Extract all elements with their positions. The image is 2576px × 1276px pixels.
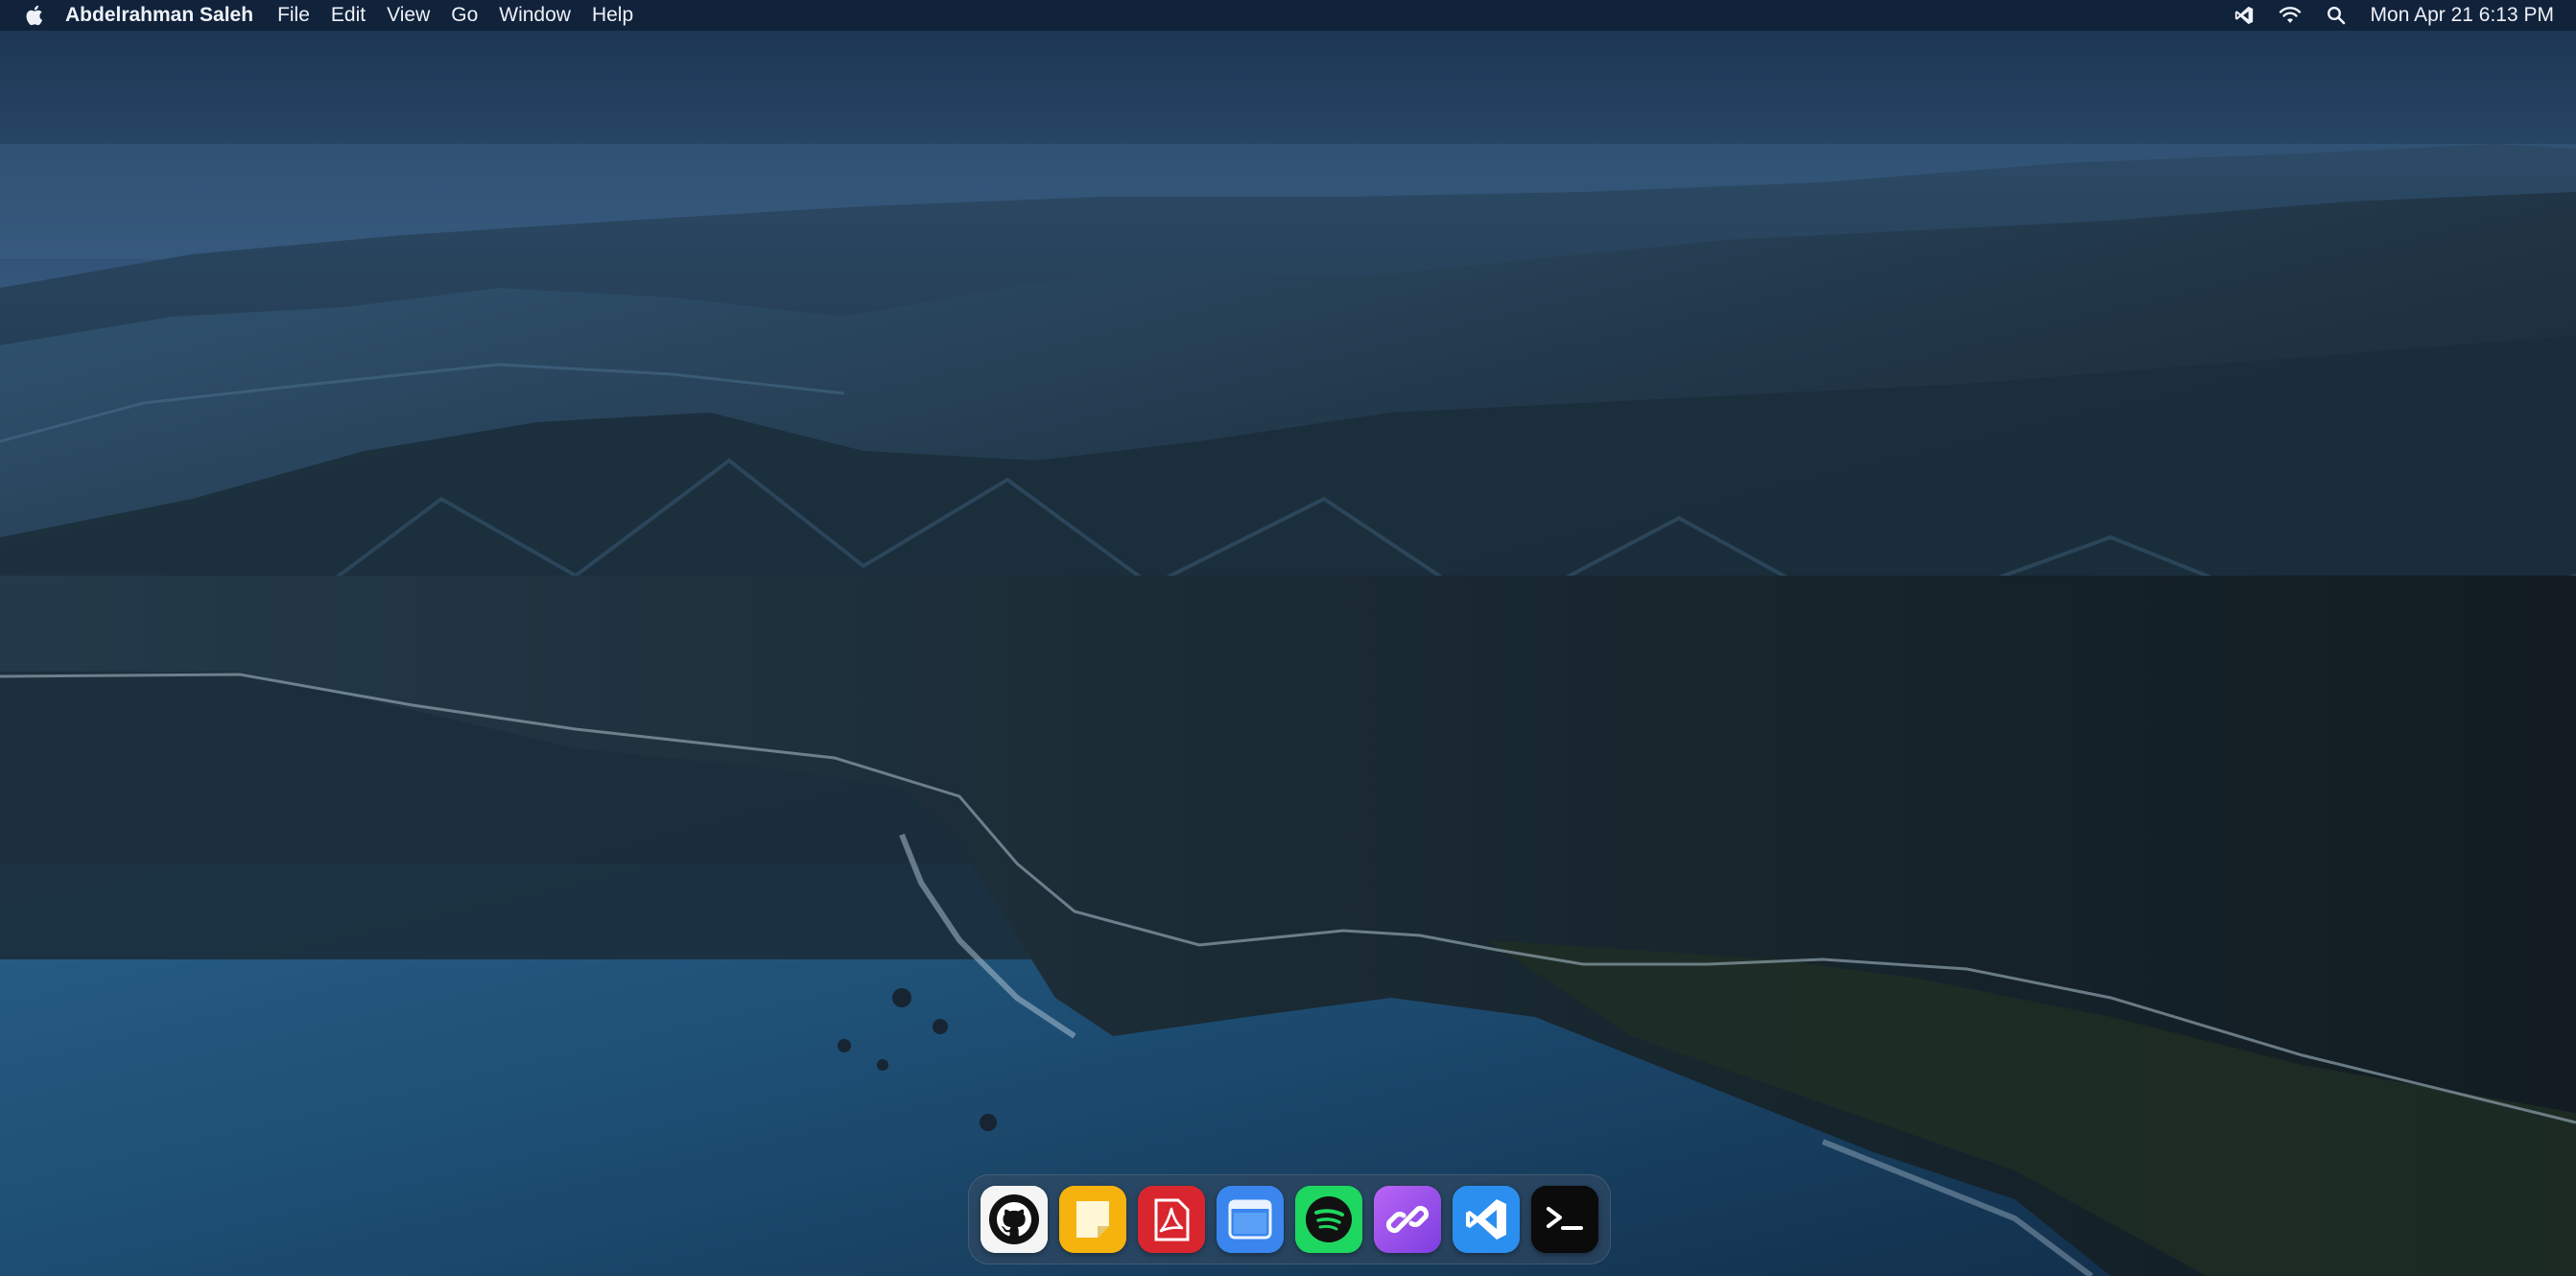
calendar-window-icon[interactable] [1217, 1186, 1284, 1253]
menu-bar-clock[interactable]: Mon Apr 21 6:13 PM [2371, 4, 2554, 27]
desktop: Abdelrahman Saleh File Edit View Go Wind… [0, 0, 2576, 1276]
github-icon[interactable] [981, 1186, 1048, 1253]
file-menu[interactable]: File [267, 0, 320, 31]
edit-menu[interactable]: Edit [320, 0, 376, 31]
menu-bar: Abdelrahman Saleh File Edit View Go Wind… [0, 0, 2576, 31]
dock [968, 1174, 1611, 1264]
wifi-icon[interactable] [2279, 4, 2302, 27]
search-icon[interactable] [2325, 4, 2348, 27]
view-menu[interactable]: View [376, 0, 440, 31]
go-menu[interactable]: Go [440, 0, 488, 31]
vscode-icon[interactable] [2233, 4, 2256, 27]
pdf-reader-icon[interactable] [1138, 1186, 1205, 1253]
help-menu[interactable]: Help [581, 0, 644, 31]
wallpaper [0, 0, 2576, 1276]
status-area: Mon Apr 21 6:13 PM [2221, 0, 2576, 31]
spotify-icon[interactable] [1295, 1186, 1362, 1253]
window-menu[interactable]: Window [488, 0, 581, 31]
stickies-icon[interactable] [1059, 1186, 1126, 1253]
app-name-menu[interactable]: Abdelrahman Saleh [65, 0, 267, 31]
vscode-icon[interactable] [1453, 1186, 1520, 1253]
apple-logo-icon[interactable] [23, 3, 44, 28]
link-icon[interactable] [1374, 1186, 1441, 1253]
terminal-icon[interactable] [1531, 1186, 1598, 1253]
